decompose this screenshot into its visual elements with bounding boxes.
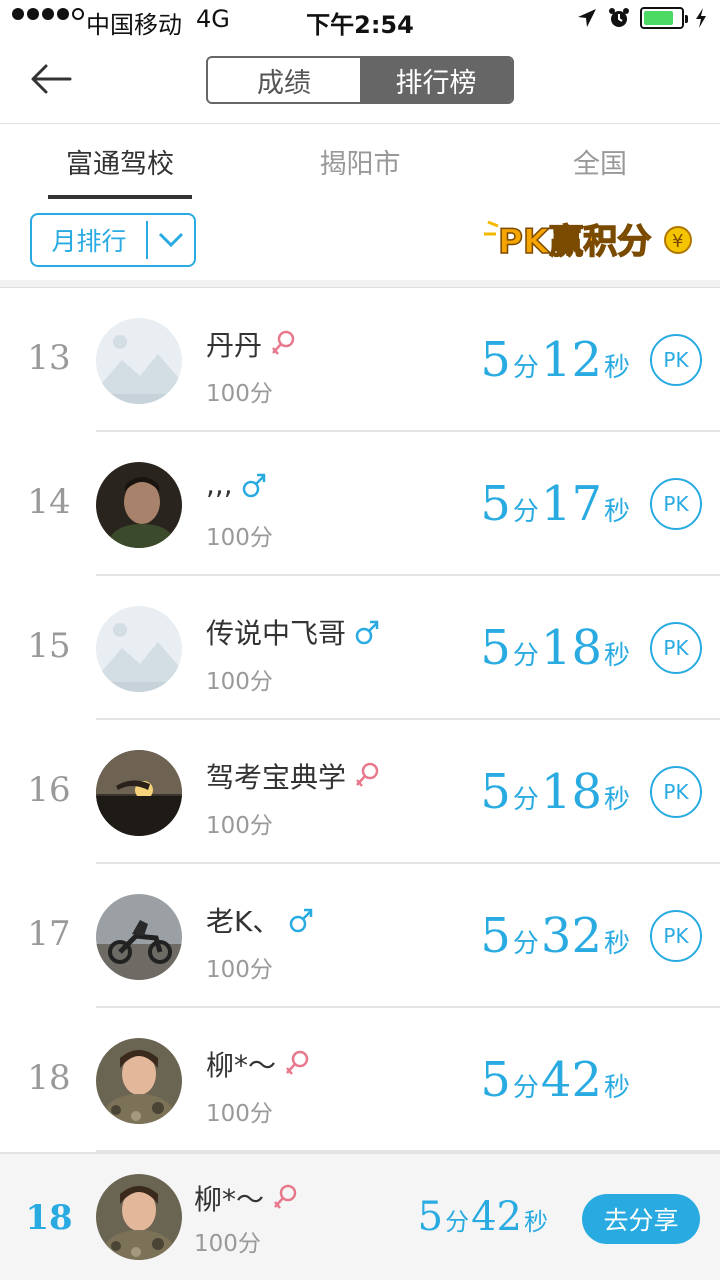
my-user-name: 柳*～ <box>194 1183 265 1216</box>
tab-city[interactable]: 揭阳市 <box>240 142 480 181</box>
pk-points-banner[interactable]: PK赢积分 ¥ <box>482 210 700 268</box>
avatar <box>96 606 182 692</box>
segment-control: 成绩 排行榜 <box>206 56 514 104</box>
period-dropdown[interactable]: 月排行 <box>30 213 196 267</box>
exam-time: 5分17秒 <box>480 476 630 532</box>
exam-time: 5分32秒 <box>480 908 630 964</box>
rank-number: 17 <box>27 914 71 954</box>
male-icon <box>355 620 379 645</box>
svg-text:¥: ¥ <box>672 231 683 252</box>
avatar <box>96 318 182 404</box>
period-dropdown-label: 月排行 <box>51 227 127 256</box>
ranking-row[interactable]: 15 传说中飞哥 100分 5分18秒 PK <box>0 576 720 720</box>
male-icon <box>290 908 313 933</box>
male-icon <box>242 473 265 497</box>
svg-text:PK赢积分: PK赢积分 <box>498 222 651 262</box>
exam-time: 5分18秒 <box>480 764 630 820</box>
user-name: ,,, <box>206 468 233 501</box>
avatar <box>96 894 182 980</box>
pk-button[interactable]: PK <box>650 478 702 530</box>
avatar <box>96 750 182 836</box>
ranking-row[interactable]: 17 老K、 100分 5分32秒 PK <box>0 864 720 1008</box>
user-name: 柳*～ <box>206 1049 277 1082</box>
my-rank-bar: 18 柳*～ 100分 5分42秒 去分享 <box>0 1152 720 1280</box>
rank-number: 16 <box>27 770 71 810</box>
pk-button[interactable]: PK <box>650 910 702 962</box>
exam-time: 5分42秒 <box>480 1052 630 1108</box>
segment-ranking[interactable]: 排行榜 <box>360 58 512 102</box>
female-icon <box>272 330 295 355</box>
my-avatar <box>96 1174 182 1260</box>
user-name: 老K、 <box>206 905 281 938</box>
user-name: 丹丹 <box>206 329 263 362</box>
alarm-clock-icon <box>609 8 629 27</box>
tab-school[interactable]: 富通驾校 <box>0 142 240 181</box>
ranking-row[interactable]: 16 驾考宝典学 100分 5分18秒 PK <box>0 720 720 864</box>
back-arrow-icon[interactable] <box>26 54 76 104</box>
location-arrow-icon <box>578 9 596 27</box>
battery-icon <box>640 7 688 29</box>
ranking-row[interactable]: 18 柳*～ 100分 5分42秒 <box>0 1008 720 1152</box>
user-score: 100分 <box>206 525 273 551</box>
share-button[interactable]: 去分享 <box>582 1194 700 1244</box>
my-exam-time: 5分42秒 <box>417 1194 548 1240</box>
exam-time: 5分12秒 <box>480 332 630 388</box>
my-rank-number: 18 <box>25 1198 73 1238</box>
user-score: 100分 <box>206 1101 273 1127</box>
rank-number: 15 <box>27 626 71 666</box>
female-icon <box>274 1184 297 1209</box>
ranking-row[interactable]: 14 ,,, 100分 5分17秒 PK <box>0 432 720 576</box>
pk-button[interactable]: PK <box>650 766 702 818</box>
avatar <box>96 1038 182 1124</box>
pk-button[interactable]: PK <box>650 334 702 386</box>
user-score: 100分 <box>206 381 273 407</box>
scope-tabs: 富通驾校 揭阳市 全国 <box>0 124 720 200</box>
user-score: 100分 <box>206 957 273 983</box>
user-name: 驾考宝典学 <box>206 761 347 794</box>
my-score: 100分 <box>194 1231 261 1257</box>
female-icon <box>356 762 379 787</box>
user-score: 100分 <box>206 813 273 839</box>
avatar <box>96 462 182 548</box>
exam-time: 5分18秒 <box>480 620 630 676</box>
rank-number: 18 <box>27 1058 71 1098</box>
active-tab-indicator <box>48 195 192 199</box>
segment-score[interactable]: 成绩 <box>208 58 360 102</box>
chevron-down-icon <box>148 231 194 249</box>
ranking-row[interactable]: 13 丹丹 100分 5分12秒 PK <box>0 288 720 432</box>
female-icon <box>286 1050 309 1075</box>
rank-number: 14 <box>27 482 71 522</box>
user-score: 100分 <box>206 669 273 695</box>
tab-national[interactable]: 全国 <box>480 142 720 181</box>
status-bar: 中国移动 4G 下午2:54 <box>0 0 720 40</box>
navigation-bar: 成绩 排行榜 <box>0 40 720 124</box>
pk-button[interactable]: PK <box>650 622 702 674</box>
rank-number: 13 <box>27 338 71 378</box>
user-name: 传说中飞哥 <box>206 617 347 650</box>
charging-bolt-icon <box>696 8 706 28</box>
